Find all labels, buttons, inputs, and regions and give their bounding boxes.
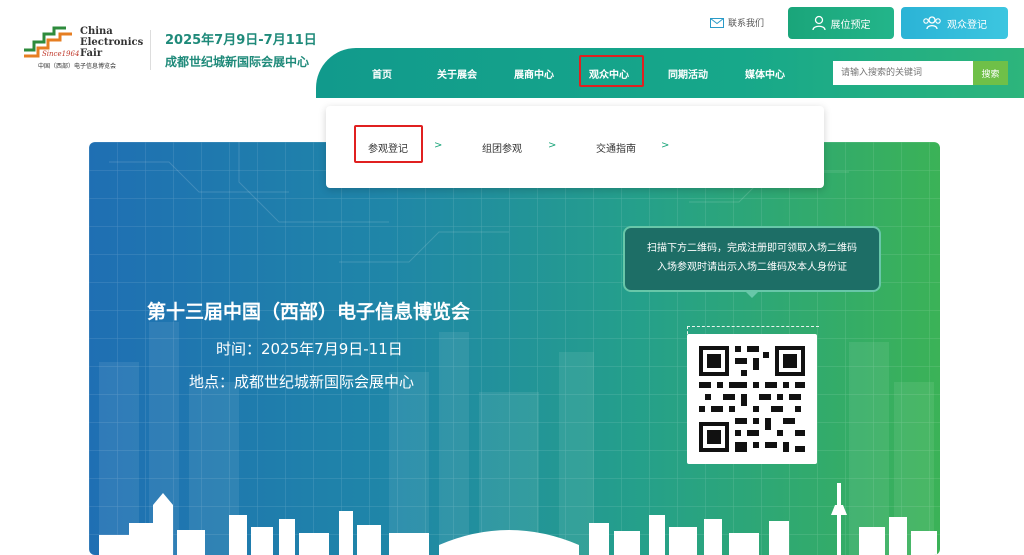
- logo-text: China Electronics Fair: [80, 26, 144, 59]
- bubble-tail: [744, 290, 760, 298]
- nav-active-highlight: [579, 55, 644, 87]
- search-button[interactable]: 搜索: [973, 61, 1008, 85]
- qr-instruction-line-1: 扫描下方二维码，完成注册即可领取入场二维码: [647, 243, 857, 254]
- site-logo[interactable]: China Electronics Fair Since1964 中国（西部）电…: [20, 26, 145, 72]
- dropdown-item-traffic-guide[interactable]: 交通指南: [596, 140, 636, 155]
- booth-booking-label: 展位预定: [830, 19, 871, 31]
- page: China Electronics Fair Since1964 中国（西部）电…: [0, 0, 1024, 555]
- chevron-right-icon: >: [661, 140, 670, 151]
- nav-item-about[interactable]: 关于展会: [437, 66, 477, 81]
- event-date: 2025年7月9日-7月11日: [165, 33, 317, 48]
- mail-icon: [710, 17, 724, 28]
- nav-item-events[interactable]: 同期活动: [668, 66, 708, 81]
- event-venue: 成都世纪城新国际会展中心: [165, 55, 310, 69]
- qr-instruction-bubble: 扫描下方二维码，完成注册即可领取入场二维码 入场参观时请出示入场二维码及本人身份…: [623, 226, 881, 292]
- city-skyline: [99, 483, 937, 555]
- nav-item-exhibitors[interactable]: 展商中心: [514, 66, 554, 81]
- dropdown-active-highlight: [354, 125, 423, 163]
- qr-code-icon: [699, 346, 805, 452]
- chevron-right-icon: >: [548, 140, 557, 151]
- dropdown-item-group-visit[interactable]: 组团参观: [482, 140, 522, 155]
- user-icon: [811, 15, 826, 31]
- contact-us-label: 联系我们: [728, 19, 765, 29]
- hero-banner: 第十三届中国（西部）电子信息博览会 时间：2025年7月9日-11日 地点：成都…: [89, 142, 940, 555]
- group-icon: [923, 16, 941, 30]
- header-divider: [150, 30, 151, 70]
- banner-place: 地点：成都世纪城新国际会展中心: [189, 373, 415, 391]
- nav-item-home[interactable]: 首页: [372, 66, 392, 81]
- visitor-register-button[interactable]: 观众登记: [901, 7, 1008, 39]
- registration-qr-code[interactable]: [687, 334, 817, 464]
- nav-item-media[interactable]: 媒体中心: [745, 66, 785, 81]
- logo-since: Since1964: [42, 50, 80, 58]
- booth-booking-button[interactable]: 展位预定: [788, 7, 894, 39]
- visitor-register-label: 观众登记: [947, 19, 987, 31]
- banner-headline: 第十三届中国（西部）电子信息博览会: [147, 301, 471, 323]
- chevron-right-icon: >: [434, 140, 443, 151]
- banner-time: 时间：2025年7月9日-11日: [216, 340, 403, 358]
- logo-cn-name: 中国（西部）电子信息博览会: [38, 63, 117, 70]
- search-input[interactable]: [833, 61, 973, 85]
- contact-us-link[interactable]: 联系我们: [710, 16, 764, 29]
- qr-instruction-line-2: 入场参观时请出示入场二维码及本人身份证: [657, 262, 847, 273]
